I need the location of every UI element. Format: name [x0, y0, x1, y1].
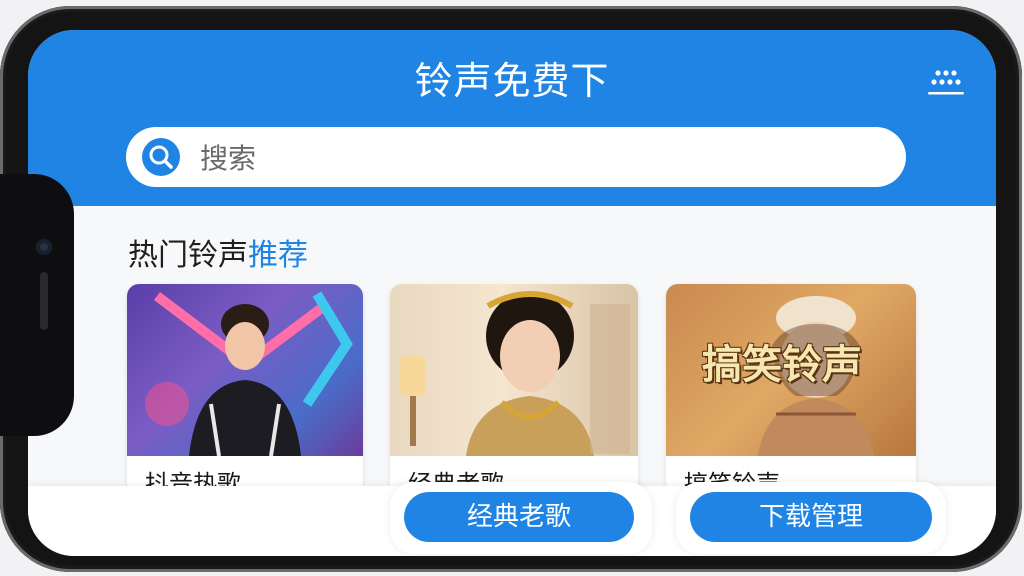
grid-dots-icon — [928, 70, 964, 95]
card-overlay-text: 搞笑铃声 — [702, 342, 862, 388]
section-title-main: 热门铃声 — [128, 238, 248, 273]
search-bar[interactable] — [126, 127, 906, 189]
bottom-tab-wrap-2: 下载管理 — [676, 482, 946, 554]
app-screen: 铃声免费下 搜索 热门铃声推荐 抖音热歌 搞笑铃声 经典老歌 下载管理 — [28, 30, 996, 556]
earpiece-speaker — [40, 272, 48, 330]
search-icon[interactable] — [142, 138, 180, 176]
app-header: 铃声免费下 — [28, 30, 996, 206]
section-title: 热门铃声推荐 — [128, 230, 308, 274]
card-image-douyin — [127, 284, 363, 457]
card-image-classic — [390, 284, 638, 456]
bottom-tab-wrap-1: 经典老歌 — [390, 482, 652, 554]
section-title-accent: 推荐 — [248, 238, 308, 273]
search-input[interactable] — [198, 127, 882, 189]
card-image-funny: 搞笑铃声 — [666, 284, 916, 456]
ringtone-card-douyin[interactable]: 抖音热歌 — [127, 284, 363, 494]
app-title: 铃声免费下 — [414, 59, 610, 103]
front-camera — [36, 239, 52, 255]
camera-notch — [0, 174, 74, 436]
ringtone-card-funny[interactable]: 搞笑铃声 搞笑铃声 — [666, 284, 916, 494]
tab-classic-songs[interactable]: 经典老歌 — [404, 492, 634, 542]
ringtone-card-classic[interactable]: 经典老歌 — [390, 284, 638, 494]
tab-download-manager[interactable]: 下载管理 — [690, 492, 932, 542]
phone-frame: 铃声免费下 搜索 热门铃声推荐 抖音热歌 搞笑铃声 经典老歌 下载管理 — [0, 6, 1022, 572]
grid-menu-button[interactable] — [926, 68, 966, 100]
